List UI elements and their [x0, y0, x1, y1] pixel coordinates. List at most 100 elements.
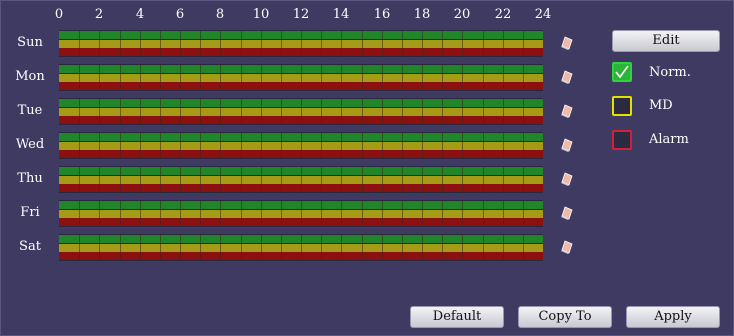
copy-to-button[interactable]: Copy To: [518, 306, 612, 328]
hour-grid-line: [281, 98, 282, 125]
hour-grid-line: [523, 98, 524, 125]
schedule-track-sat[interactable]: [59, 234, 543, 261]
hour-grid-line: [140, 64, 141, 91]
hour-grid-line: [362, 98, 363, 125]
hour-grid-line: [503, 98, 504, 125]
hour-grid-line: [120, 166, 121, 193]
hour-grid-line: [321, 200, 322, 227]
hour-grid-line: [180, 98, 181, 125]
schedule-track-mon[interactable]: [59, 64, 543, 91]
hour-grid-line: [241, 200, 242, 227]
hour-grid-line: [99, 64, 100, 91]
hour-grid-line: [120, 234, 121, 261]
hour-grid-line: [79, 200, 80, 227]
hour-tick-label: 22: [494, 7, 512, 22]
apply-button[interactable]: Apply: [626, 306, 720, 328]
hour-grid-line: [261, 30, 262, 57]
hour-grid-line: [523, 30, 524, 57]
hour-grid-line: [200, 64, 201, 91]
eraser-glyph: [561, 138, 573, 152]
edit-button[interactable]: Edit: [612, 30, 720, 52]
hour-grid-line: [281, 132, 282, 159]
hour-grid-line: [241, 98, 242, 125]
hour-grid-line: [362, 200, 363, 227]
day-label: Thu: [17, 171, 43, 186]
hour-grid-line: [503, 132, 504, 159]
hour-grid-line: [341, 132, 342, 159]
eraser-icon[interactable]: [559, 171, 575, 187]
schedule-track-wed[interactable]: [59, 132, 543, 159]
hour-grid-line: [99, 200, 100, 227]
hour-grid-line: [140, 166, 141, 193]
hour-grid-line: [402, 30, 403, 57]
hour-grid-line: [261, 98, 262, 125]
hour-grid-line: [160, 132, 161, 159]
hour-grid-line: [402, 234, 403, 261]
hour-grid-line: [120, 98, 121, 125]
hour-grid-line: [200, 234, 201, 261]
hour-grid-line: [402, 166, 403, 193]
hour-grid-line: [301, 64, 302, 91]
eraser-icon[interactable]: [559, 239, 575, 255]
day-label: Tue: [17, 103, 43, 118]
hour-grid-line: [79, 132, 80, 159]
hour-grid-line: [120, 200, 121, 227]
hour-grid-line: [200, 98, 201, 125]
alarm-checkbox[interactable]: [612, 130, 632, 150]
hour-grid-line: [281, 234, 282, 261]
hour-grid-line: [99, 30, 100, 57]
hour-grid-line: [79, 30, 80, 57]
hour-grid-line: [422, 64, 423, 91]
hour-grid-line: [462, 98, 463, 125]
schedule-track-sun[interactable]: [59, 30, 543, 57]
hour-grid-line: [220, 64, 221, 91]
eraser-icon[interactable]: [559, 69, 575, 85]
hour-grid-line: [140, 98, 141, 125]
hour-grid-line: [523, 166, 524, 193]
hour-grid-line: [402, 98, 403, 125]
legend-label-md: MD: [649, 98, 673, 113]
hour-grid-line: [442, 64, 443, 91]
hour-grid-line: [301, 30, 302, 57]
hour-grid-line: [220, 234, 221, 261]
hour-grid-line: [160, 166, 161, 193]
hour-grid-line: [362, 30, 363, 57]
eraser-icon[interactable]: [559, 35, 575, 51]
eraser-icon[interactable]: [559, 205, 575, 221]
hour-grid-line: [79, 64, 80, 91]
eraser-icon[interactable]: [559, 103, 575, 119]
hour-grid-line: [483, 234, 484, 261]
hour-grid-line: [301, 166, 302, 193]
hour-grid-line: [442, 200, 443, 227]
eraser-glyph: [561, 206, 573, 220]
hour-grid-line: [220, 98, 221, 125]
md-checkbox[interactable]: [612, 96, 632, 116]
hour-grid-line: [301, 98, 302, 125]
hour-grid-line: [362, 132, 363, 159]
eraser-icon[interactable]: [559, 137, 575, 153]
hour-grid-line: [442, 166, 443, 193]
schedule-track-tue[interactable]: [59, 98, 543, 125]
legend-label-normal: Norm.: [649, 65, 691, 80]
default-button[interactable]: Default: [410, 306, 504, 328]
eraser-glyph: [561, 240, 573, 254]
hour-tick-label: 16: [373, 7, 391, 22]
hour-tick-label: 0: [54, 7, 64, 22]
hour-grid-line: [200, 132, 201, 159]
hour-grid-line: [241, 132, 242, 159]
hour-grid-line: [402, 132, 403, 159]
schedule-track-fri[interactable]: [59, 200, 543, 227]
hour-grid-line: [99, 132, 100, 159]
hour-grid-line: [503, 234, 504, 261]
normal-checkbox[interactable]: [612, 62, 632, 82]
hour-grid-line: [301, 234, 302, 261]
hour-grid-line: [281, 200, 282, 227]
hour-grid-line: [180, 234, 181, 261]
hour-grid-line: [483, 200, 484, 227]
hour-grid-line: [140, 200, 141, 227]
hour-grid-line: [200, 200, 201, 227]
hour-grid-line: [321, 132, 322, 159]
hour-grid-line: [140, 30, 141, 57]
hour-grid-line: [241, 234, 242, 261]
schedule-track-thu[interactable]: [59, 166, 543, 193]
